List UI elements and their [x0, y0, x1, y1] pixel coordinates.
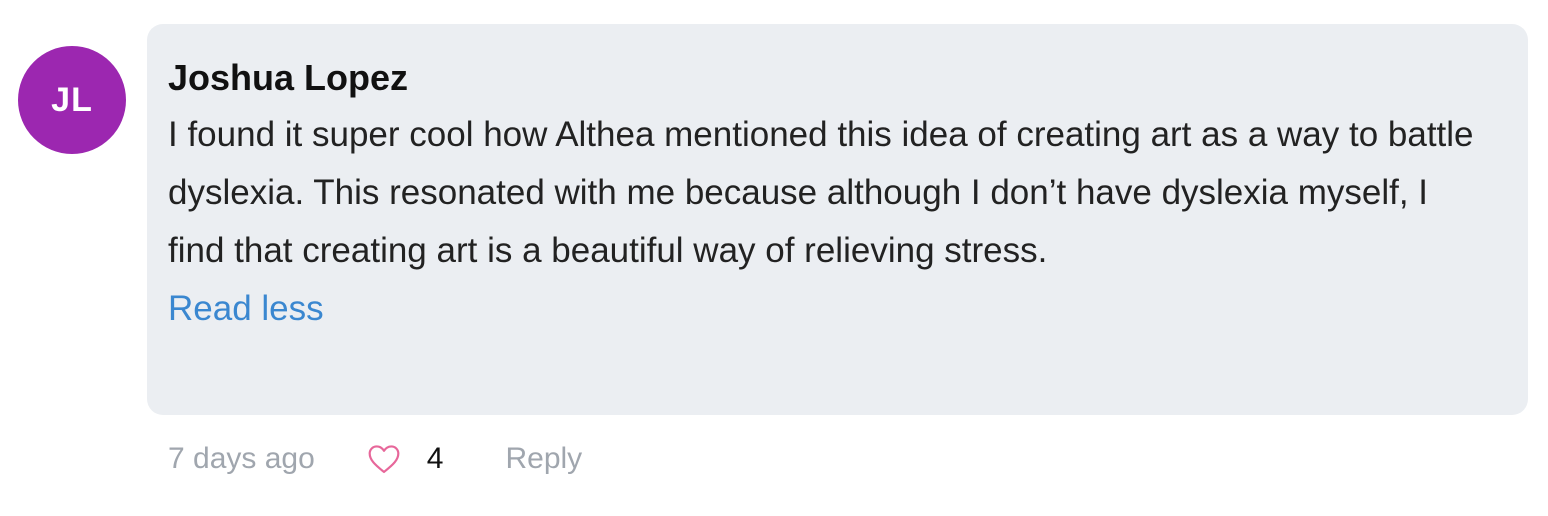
avatar-initials: JL — [51, 80, 93, 119]
comment-author[interactable]: Joshua Lopez — [168, 52, 1488, 102]
read-less-link[interactable]: Read less — [168, 280, 324, 338]
heart-outline-icon[interactable] — [367, 444, 401, 474]
comment: JL Joshua Lopez I found it super cool ho… — [0, 0, 1548, 516]
like-count: 4 — [426, 442, 444, 475]
avatar[interactable]: JL — [18, 46, 126, 154]
comment-meta: 7 days ago 4 Reply — [168, 436, 582, 482]
comment-text: I found it super cool how Althea mention… — [168, 115, 1474, 270]
comment-bubble: Joshua Lopez I found it super cool how A… — [147, 24, 1528, 415]
like-button[interactable]: 4 — [367, 442, 444, 476]
comment-timestamp: 7 days ago — [168, 442, 315, 475]
reply-button[interactable]: Reply — [505, 442, 582, 476]
